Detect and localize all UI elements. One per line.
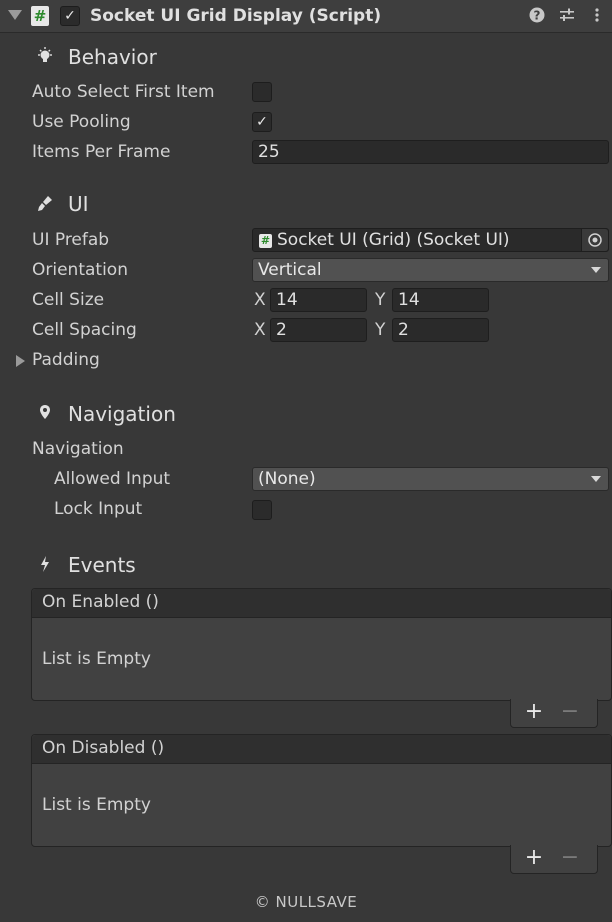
navigation-section-title: Navigation [68, 402, 176, 426]
auto-select-checkbox[interactable] [252, 82, 272, 102]
items-per-frame-label: Items Per Frame [32, 142, 171, 162]
allowed-input-label: Allowed Input [54, 469, 171, 489]
cell-size-label: Cell Size [32, 290, 105, 310]
add-event-button[interactable]: + [519, 699, 549, 727]
add-event-button[interactable]: + [519, 845, 549, 873]
copyright-footer: © NULLSAVE [254, 893, 358, 911]
on-enabled-label: On Enabled () [42, 592, 159, 612]
behavior-section-title: Behavior [68, 45, 157, 69]
remove-event-button[interactable]: − [555, 845, 585, 873]
on-enabled-header: On Enabled () [32, 589, 611, 618]
use-pooling-label: Use Pooling [32, 112, 131, 132]
lock-input-label: Lock Input [54, 499, 143, 519]
brush-icon [36, 193, 54, 213]
component-enabled-checkbox[interactable]: ✓ [60, 6, 80, 26]
cell-spacing-label: Cell Spacing [32, 320, 137, 340]
on-disabled-label: On Disabled () [42, 738, 165, 758]
object-picker-button[interactable] [581, 229, 608, 251]
on-enabled-event-list: On Enabled () List is Empty [31, 588, 612, 701]
cell-spacing-x-label: X [254, 320, 266, 340]
lightning-icon [36, 554, 54, 574]
component-header[interactable]: # ✓ Socket UI Grid Display (Script) ? [0, 0, 612, 33]
map-pin-icon [36, 403, 54, 423]
padding-foldout-arrow-icon[interactable] [16, 355, 25, 367]
ui-section-title: UI [68, 192, 89, 216]
cell-spacing-y-label: Y [375, 320, 386, 340]
svg-text:?: ? [534, 9, 541, 23]
on-disabled-event-list: On Disabled () List is Empty [31, 734, 612, 847]
items-per-frame-input[interactable]: 25 [252, 140, 609, 164]
on-enabled-empty-text: List is Empty [42, 649, 151, 669]
on-disabled-empty-text: List is Empty [42, 795, 151, 815]
cell-size-x-label: X [254, 290, 266, 310]
lock-input-checkbox[interactable] [252, 500, 272, 520]
orientation-dropdown[interactable]: Vertical [252, 258, 609, 282]
script-icon: # [31, 6, 49, 26]
remove-event-button[interactable]: − [555, 699, 585, 727]
script-asset-icon: # [259, 234, 272, 248]
events-section-title: Events [68, 553, 136, 577]
kebab-menu-icon[interactable] [588, 7, 606, 25]
auto-select-label: Auto Select First Item [32, 82, 215, 102]
allowed-input-value: (None) [258, 469, 316, 489]
ui-prefab-object-field[interactable]: # Socket UI (Grid) (Socket UI) [252, 228, 609, 252]
orientation-value: Vertical [258, 260, 322, 280]
orientation-label: Orientation [32, 260, 128, 280]
on-enabled-footer: + − [510, 699, 598, 728]
cell-spacing-y-input[interactable]: 2 [392, 318, 489, 342]
help-icon[interactable]: ? [528, 7, 546, 25]
use-pooling-checkbox[interactable]: ✓ [252, 112, 272, 132]
cell-size-x-input[interactable]: 14 [270, 288, 367, 312]
cell-size-y-label: Y [375, 290, 386, 310]
lightbulb-icon [36, 46, 54, 66]
allowed-input-dropdown[interactable]: (None) [252, 467, 609, 491]
cell-spacing-x-input[interactable]: 2 [270, 318, 367, 342]
cell-size-y-input[interactable]: 14 [392, 288, 489, 312]
ui-prefab-label: UI Prefab [32, 230, 110, 250]
padding-foldout-label[interactable]: Padding [32, 350, 100, 370]
chevron-down-icon [591, 267, 601, 273]
component-title: Socket UI Grid Display (Script) [90, 6, 382, 26]
preset-sliders-icon[interactable] [558, 7, 576, 25]
on-disabled-footer: + − [510, 845, 598, 874]
foldout-arrow-icon[interactable] [8, 10, 22, 20]
chevron-down-icon [591, 476, 601, 482]
object-picker-icon [588, 233, 602, 247]
navigation-group-label: Navigation [32, 439, 124, 459]
ui-prefab-value: Socket UI (Grid) (Socket UI) [277, 230, 510, 250]
on-disabled-header: On Disabled () [32, 735, 611, 764]
